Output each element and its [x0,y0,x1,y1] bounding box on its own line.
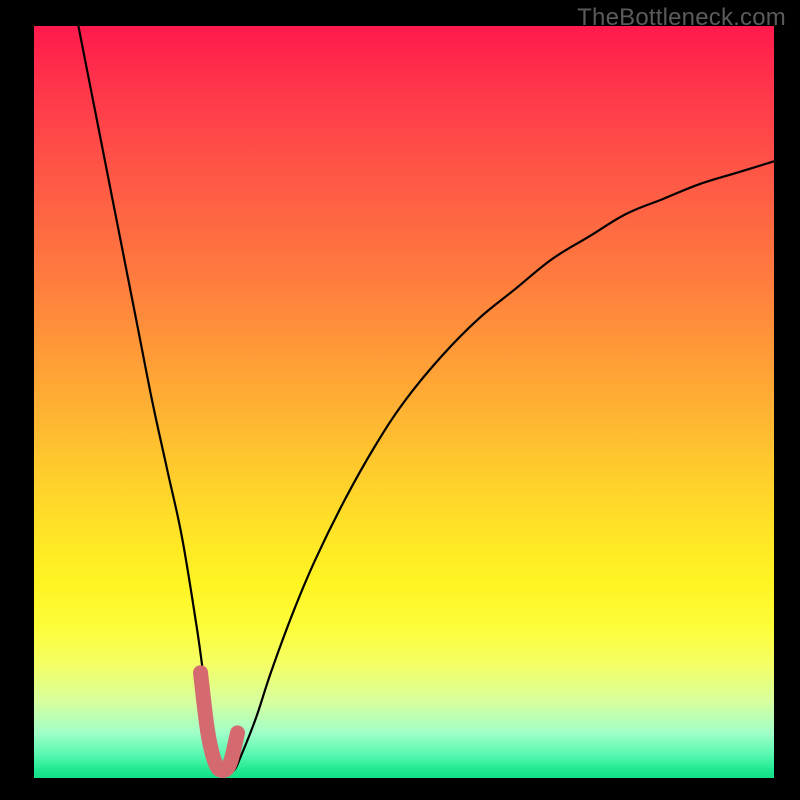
bottleneck-curve [78,26,774,773]
chart-plot-area [34,26,774,778]
valley-highlight [201,673,238,771]
chart-svg [34,26,774,778]
watermark-text: TheBottleneck.com [577,4,786,32]
chart-frame: TheBottleneck.com [0,0,800,800]
